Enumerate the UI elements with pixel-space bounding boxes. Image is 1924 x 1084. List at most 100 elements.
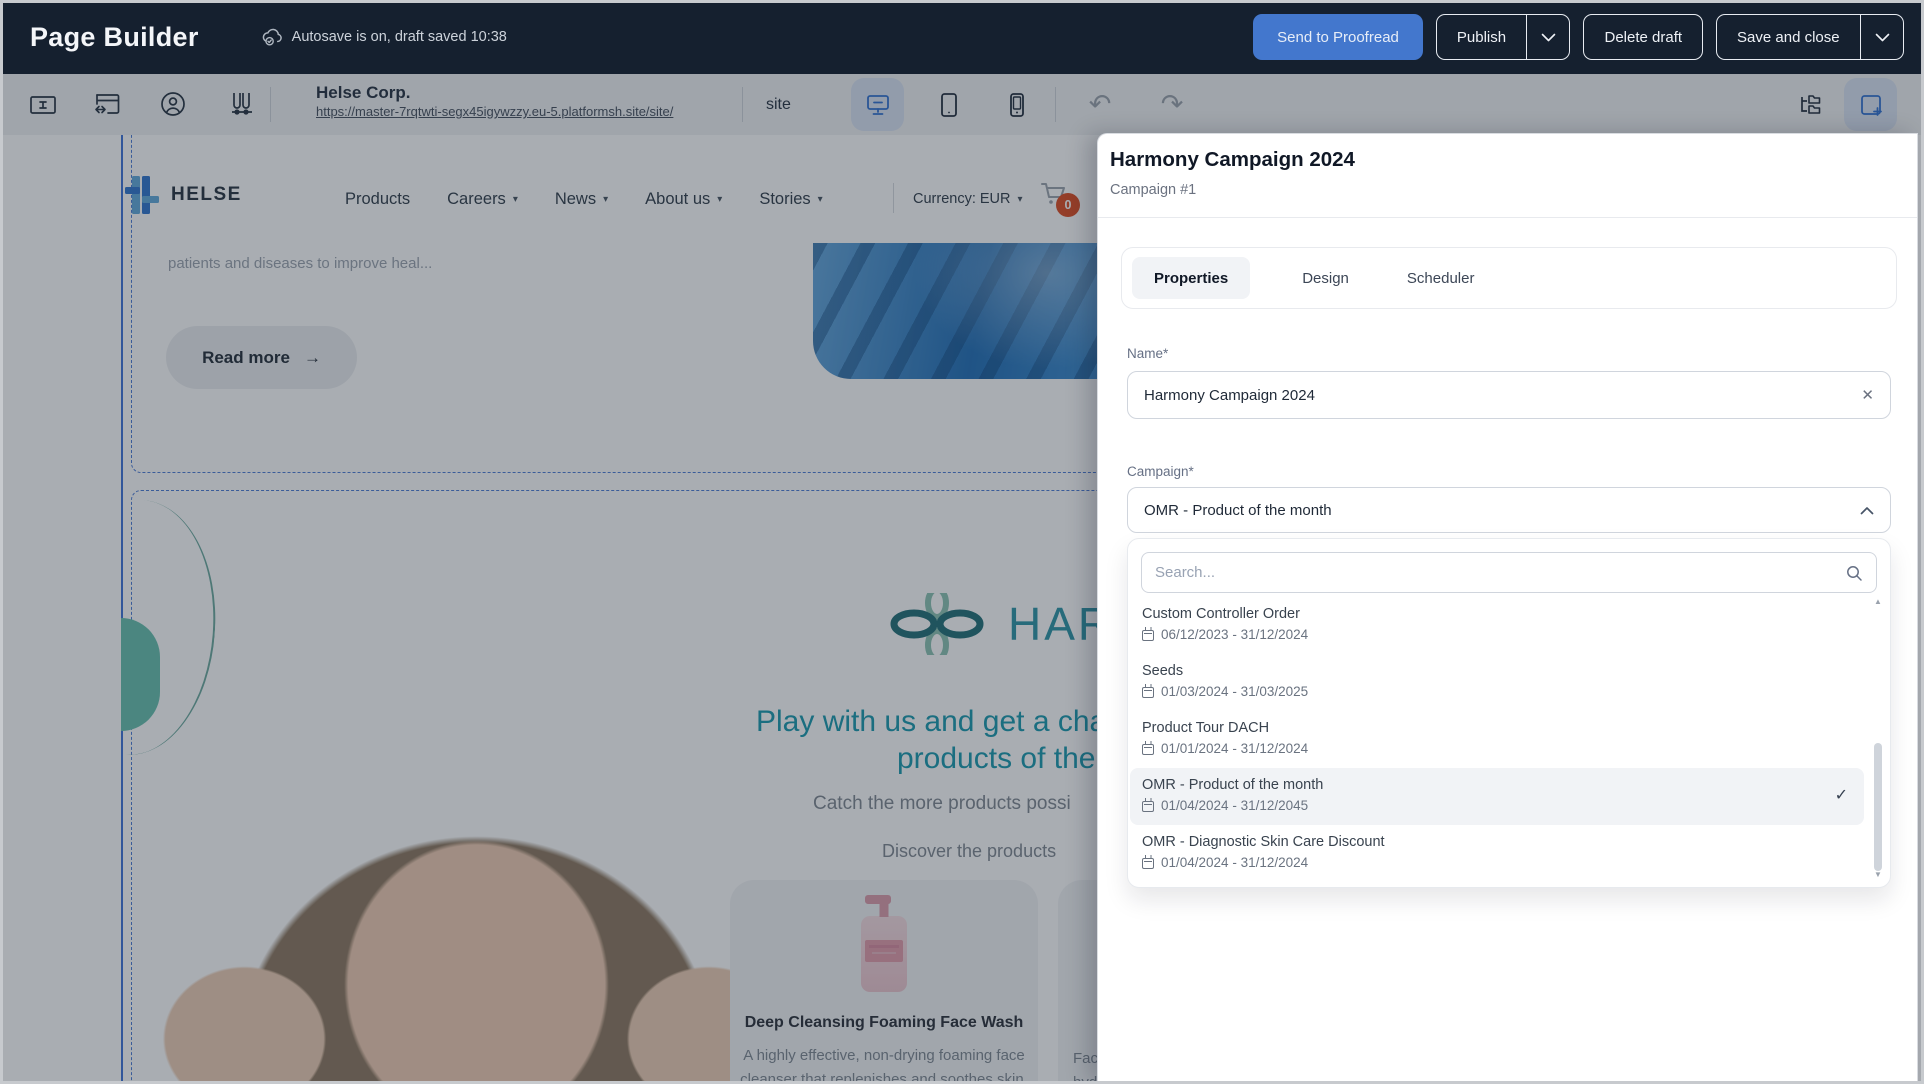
campaign-dropdown: Search... Custom Controller Order 06/12/… <box>1127 538 1891 888</box>
publish-dropdown-button[interactable] <box>1527 33 1569 42</box>
nav-link-label: Stories <box>759 190 810 209</box>
caret-down-icon: ▾ <box>717 194 722 205</box>
campaign-select-value: OMR - Product of the month <box>1144 502 1860 519</box>
caret-down-icon: ▾ <box>1018 194 1023 205</box>
site-name: Helse Corp. <box>316 83 673 103</box>
option-date-text: 01/04/2024 - 31/12/2045 <box>1161 796 1308 816</box>
helse-logo[interactable]: HELSE <box>123 172 242 218</box>
hero-image <box>813 243 1113 379</box>
divider <box>270 87 271 122</box>
option-dates: 01/04/2024 - 31/12/2045 <box>1142 796 1850 816</box>
campaign-option[interactable]: OMR - Diagnostic Skin Care Discount 01/0… <box>1130 825 1864 882</box>
save-and-close-dropdown-button[interactable] <box>1861 33 1903 42</box>
dropdown-scrollbar[interactable]: ▲ ▼ <box>1873 597 1883 879</box>
ab-test-tool-icon[interactable] <box>224 90 256 120</box>
option-dates: 01/04/2024 - 31/12/2024 <box>1142 853 1850 873</box>
scroll-down-icon[interactable]: ▼ <box>1873 870 1883 879</box>
option-title: Custom Controller Order <box>1142 604 1850 624</box>
harmony-chain-logo-icon <box>870 593 1004 655</box>
nav-link[interactable]: News ▾ <box>555 190 608 209</box>
campaign-headline-line1: Play with us and get a chanc <box>756 705 1138 739</box>
read-more-button[interactable]: Read more → <box>166 326 357 389</box>
option-dates: 01/03/2024 - 31/03/2025 <box>1142 682 1850 702</box>
product-title: Deep Cleansing Foaming Face Wash <box>730 1014 1038 1032</box>
undo-button[interactable]: ↶ <box>1078 74 1122 135</box>
top-bar: Page Builder Autosave is on, draft saved… <box>0 0 1924 74</box>
text-block-tool-icon[interactable] <box>28 92 58 118</box>
site-label: site <box>766 74 791 135</box>
nav-link-label: News <box>555 190 596 209</box>
persona-tool-icon[interactable] <box>158 90 188 120</box>
add-section-button[interactable] <box>1844 78 1897 131</box>
redo-icon: ↷ <box>1161 89 1184 120</box>
arrow-right-icon: → <box>304 348 321 368</box>
nav-link[interactable]: Careers ▾ <box>447 190 518 209</box>
helse-logo-icon <box>123 172 161 218</box>
panel-tabs: Properties Design Scheduler <box>1121 247 1897 309</box>
campaign-option[interactable]: Custom Controller Order 06/12/2023 - 31/… <box>1130 597 1864 654</box>
campaign-subline2: Discover the products <box>882 841 1056 862</box>
campaign-search-input[interactable]: Search... <box>1141 552 1877 593</box>
calendar-icon <box>1142 744 1154 755</box>
cart-button[interactable]: 0 <box>1040 181 1068 207</box>
site-info: Helse Corp. https://master-7rqtwti-segx4… <box>316 83 673 121</box>
name-input[interactable]: Harmony Campaign 2024 ✕ <box>1127 371 1891 419</box>
campaign-settings-panel: Harmony Campaign 2024 Campaign #1 Proper… <box>1097 133 1918 1084</box>
publish-button[interactable]: Publish <box>1437 29 1526 46</box>
option-title: Product Tour DACH <box>1142 718 1850 738</box>
autosave-cloud-check-icon <box>261 27 283 47</box>
save-and-close-button[interactable]: Save and close <box>1717 29 1860 46</box>
campaign-option[interactable]: Product Tour DACH 01/01/2024 - 31/12/202… <box>1130 711 1864 768</box>
campaign-field-label: Campaign* <box>1127 464 1194 479</box>
divider <box>742 87 743 122</box>
logo-text: HELSE <box>171 184 242 206</box>
clear-icon[interactable]: ✕ <box>1861 386 1874 404</box>
nav-link[interactable]: Stories ▾ <box>759 190 822 209</box>
campaign-option-list: Custom Controller Order 06/12/2023 - 31/… <box>1130 597 1864 884</box>
desktop-icon <box>865 93 891 117</box>
chevron-up-icon <box>1860 506 1874 515</box>
tab-properties[interactable]: Properties <box>1132 257 1250 299</box>
divider <box>1055 87 1056 122</box>
calendar-icon <box>1142 858 1154 869</box>
tab-scheduler[interactable]: Scheduler <box>1401 257 1481 299</box>
option-date-text: 01/03/2024 - 31/03/2025 <box>1161 682 1308 702</box>
redo-button[interactable]: ↷ <box>1150 74 1194 135</box>
topbar-actions: Send to Proofread Publish Delete draft S… <box>1253 14 1904 60</box>
chevron-down-icon <box>1875 33 1890 42</box>
mobile-view-button[interactable] <box>990 78 1043 131</box>
layout-width-tool-icon[interactable] <box>92 91 122 119</box>
currency-selector[interactable]: Currency: EUR ▾ <box>913 182 1023 216</box>
send-to-proofread-button[interactable]: Send to Proofread <box>1253 14 1423 60</box>
desktop-view-button[interactable] <box>851 78 904 131</box>
publish-split-button: Publish <box>1436 14 1571 60</box>
delete-draft-button[interactable]: Delete draft <box>1583 14 1703 60</box>
product-bottle-image <box>861 916 907 992</box>
hero-teaser-text: patients and diseases to improve heal... <box>168 255 432 272</box>
cart-count-badge: 0 <box>1056 193 1080 217</box>
option-title: OMR - Diagnostic Skin Care Discount <box>1142 832 1850 852</box>
site-url-link[interactable]: https://master-7rqtwti-segx45igywzzy.eu-… <box>316 103 673 121</box>
calendar-icon <box>1142 801 1154 812</box>
scroll-up-icon[interactable]: ▲ <box>1873 597 1883 606</box>
check-icon: ✓ <box>1835 785 1848 805</box>
campaign-option[interactable]: OMR - Product of the month 01/04/2024 - … <box>1130 768 1864 825</box>
nav-link-label: Careers <box>447 190 506 209</box>
campaign-select[interactable]: OMR - Product of the month <box>1127 487 1891 533</box>
caret-down-icon: ▾ <box>603 194 608 205</box>
tablet-view-button[interactable] <box>922 78 975 131</box>
divider <box>1098 217 1917 218</box>
nav-link[interactable]: Products <box>345 190 410 209</box>
scrollbar-thumb[interactable] <box>1874 743 1882 871</box>
search-icon <box>1845 564 1863 582</box>
mobile-icon <box>1007 92 1027 118</box>
sitemap-icon[interactable] <box>1796 91 1826 119</box>
nav-link[interactable]: About us ▾ <box>645 190 722 209</box>
chevron-down-icon <box>1541 33 1556 42</box>
product-card[interactable]: Deep Cleansing Foaming Face Wash A highl… <box>730 880 1038 1084</box>
panel-subtitle: Campaign #1 <box>1110 182 1196 198</box>
tab-design[interactable]: Design <box>1296 257 1355 299</box>
campaign-option[interactable]: Seeds 01/03/2024 - 31/03/2025 <box>1130 654 1864 711</box>
option-title: OMR - Product of the month <box>1142 775 1850 795</box>
currency-label: Currency: EUR <box>913 191 1011 207</box>
